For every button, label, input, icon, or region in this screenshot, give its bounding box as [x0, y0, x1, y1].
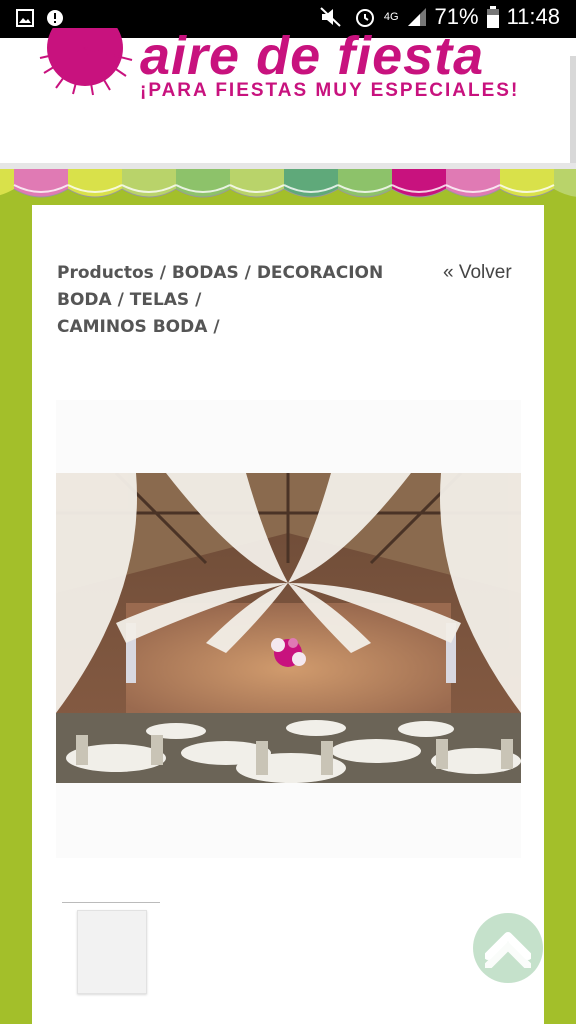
clock: 11:48: [506, 4, 560, 29]
breadcrumb: Productos / BODAS / DECORACION BODA / TE…: [57, 263, 384, 337]
signal-icon: [407, 8, 426, 26]
battery-icon: [486, 6, 499, 28]
breadcrumb-bodas[interactable]: BODAS: [172, 263, 239, 283]
network-type: 4G: [383, 10, 399, 23]
content-card: Productos / BODAS / DECORACION BODA / TE…: [32, 205, 544, 1024]
mute-icon: [320, 7, 341, 27]
scroll-to-top-button[interactable]: [473, 913, 543, 983]
image-icon: [16, 9, 34, 27]
product-image-frame: [56, 400, 521, 858]
decorative-awning: [0, 163, 576, 198]
breadcrumb-productos[interactable]: Productos: [57, 263, 154, 283]
product-thumbnail[interactable]: [77, 910, 147, 994]
breadcrumb-telas[interactable]: TELAS: [130, 290, 189, 310]
product-photo[interactable]: [56, 473, 521, 783]
alarm-icon: [355, 9, 374, 27]
back-link[interactable]: « Volver: [443, 262, 512, 284]
thumbnail-hanger: [62, 902, 160, 907]
site-header: aire de fiesta ¡PARA FIESTAS MUY ESPECIA…: [0, 26, 576, 166]
chevron-up-icon: [485, 932, 531, 968]
brand-tagline: ¡PARA FIESTAS MUY ESPECIALES!: [140, 80, 520, 101]
notification-icon: [47, 10, 63, 26]
sun-burst-logo[interactable]: [38, 28, 134, 98]
brand-name[interactable]: aire de fiesta: [140, 26, 484, 86]
breadcrumb-caminos-boda[interactable]: CAMINOS BODA: [57, 317, 207, 337]
scrollbar[interactable]: [570, 56, 576, 166]
